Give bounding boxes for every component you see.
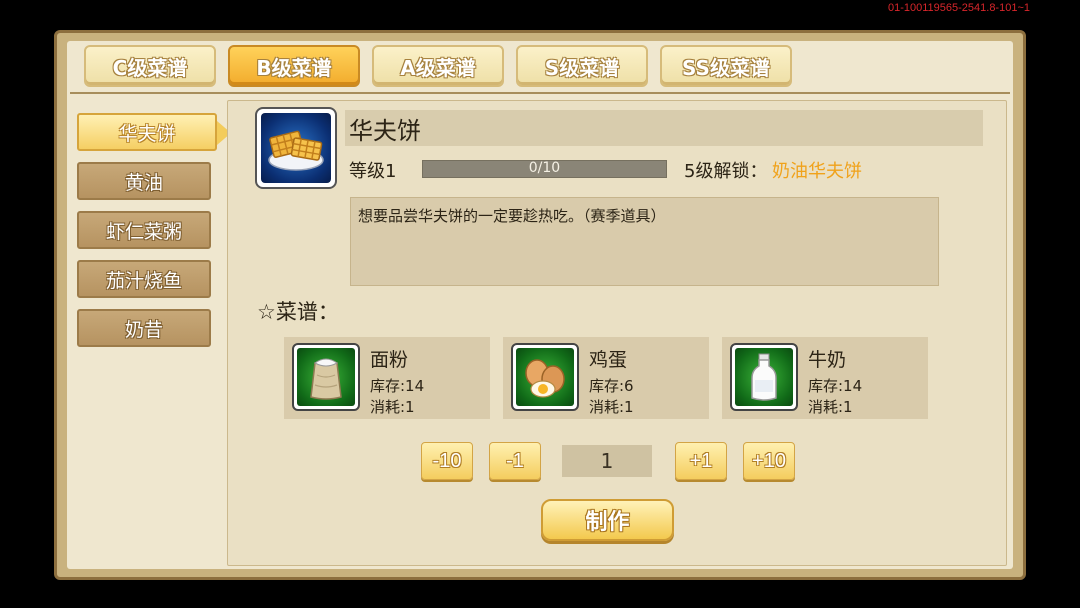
dish-title: 华夫饼 xyxy=(349,117,421,145)
ingredient-cost: 消耗:1 xyxy=(589,398,634,416)
unlock-dish-name: 奶油华夫饼 xyxy=(772,161,862,182)
quantity-plus-1-button[interactable]: +1 xyxy=(675,442,727,480)
tab-grade-a[interactable]: A级菜谱 xyxy=(372,45,504,87)
dish-item-shrimp-porridge[interactable]: 虾仁菜粥 xyxy=(77,211,211,249)
version-string: 01-100119565-2541.8-101~1 xyxy=(887,2,1030,14)
dish-item-butter[interactable]: 黄油 xyxy=(77,162,211,200)
tab-grade-b[interactable]: B级菜谱 xyxy=(228,45,360,87)
quantity-plus-10-button[interactable]: +10 xyxy=(743,442,795,480)
ingredient-stock: 库存:14 xyxy=(370,377,425,395)
dish-level: 等级1 xyxy=(349,161,397,182)
dish-item-tomato-fish[interactable]: 茄汁烧鱼 xyxy=(77,260,211,298)
ingredient-card-eggs: 鸡蛋 库存:6 消耗:1 xyxy=(503,337,709,419)
ingredient-icon-frame xyxy=(511,343,579,411)
dish-item-milkshake[interactable]: 奶昔 xyxy=(77,309,211,347)
ingredient-card-flour: 面粉 库存:14 消耗:1 xyxy=(284,337,490,419)
dish-list: 华夫饼 黄油 虾仁菜粥 茄汁烧鱼 奶昔 xyxy=(77,113,231,358)
dish-item-waffle[interactable]: 华夫饼 xyxy=(77,113,231,151)
tab-grade-c[interactable]: C级菜谱 xyxy=(84,45,216,87)
milk-bottle-icon xyxy=(751,353,777,401)
quantity-value: 1 xyxy=(562,445,652,477)
quantity-minus-10-button[interactable]: -10 xyxy=(421,442,473,480)
tab-divider xyxy=(70,92,1010,94)
level-progress-text: 0/10 xyxy=(528,160,561,176)
recipe-label: ☆菜谱： xyxy=(257,300,339,324)
flour-sack-icon xyxy=(310,358,342,400)
unlock-label: 5级解锁： xyxy=(684,161,768,182)
ingredient-stock: 库存:14 xyxy=(808,377,863,395)
ingredient-cost: 消耗:1 xyxy=(808,398,853,416)
dish-title-bar xyxy=(345,110,983,146)
dish-icon-frame xyxy=(255,107,337,189)
ingredient-cost: 消耗:1 xyxy=(370,398,415,416)
ingredient-stock: 库存:6 xyxy=(589,377,634,395)
ingredient-icon-frame xyxy=(730,343,798,411)
eggs-icon xyxy=(525,359,565,398)
quantity-minus-1-button[interactable]: -1 xyxy=(489,442,541,480)
make-button[interactable]: 制作 xyxy=(541,499,674,541)
ingredient-name: 牛奶 xyxy=(808,349,847,371)
ingredient-name: 鸡蛋 xyxy=(589,349,628,371)
tab-grade-ss[interactable]: SS级菜谱 xyxy=(660,45,792,87)
ingredient-icon-frame xyxy=(292,343,360,411)
dish-description: 想要品尝华夫饼的一定要趁热吃。（赛季道具） xyxy=(358,207,666,225)
tab-grade-s[interactable]: S级菜谱 xyxy=(516,45,648,87)
ingredient-name: 面粉 xyxy=(370,349,409,371)
recipe-grade-tabs: C级菜谱 B级菜谱 A级菜谱 S级菜谱 SS级菜谱 xyxy=(84,45,792,87)
ingredient-card-milk: 牛奶 库存:14 消耗:1 xyxy=(722,337,928,419)
level-progress-bar: 0/10 xyxy=(422,160,667,178)
waffle-icon xyxy=(268,130,324,171)
